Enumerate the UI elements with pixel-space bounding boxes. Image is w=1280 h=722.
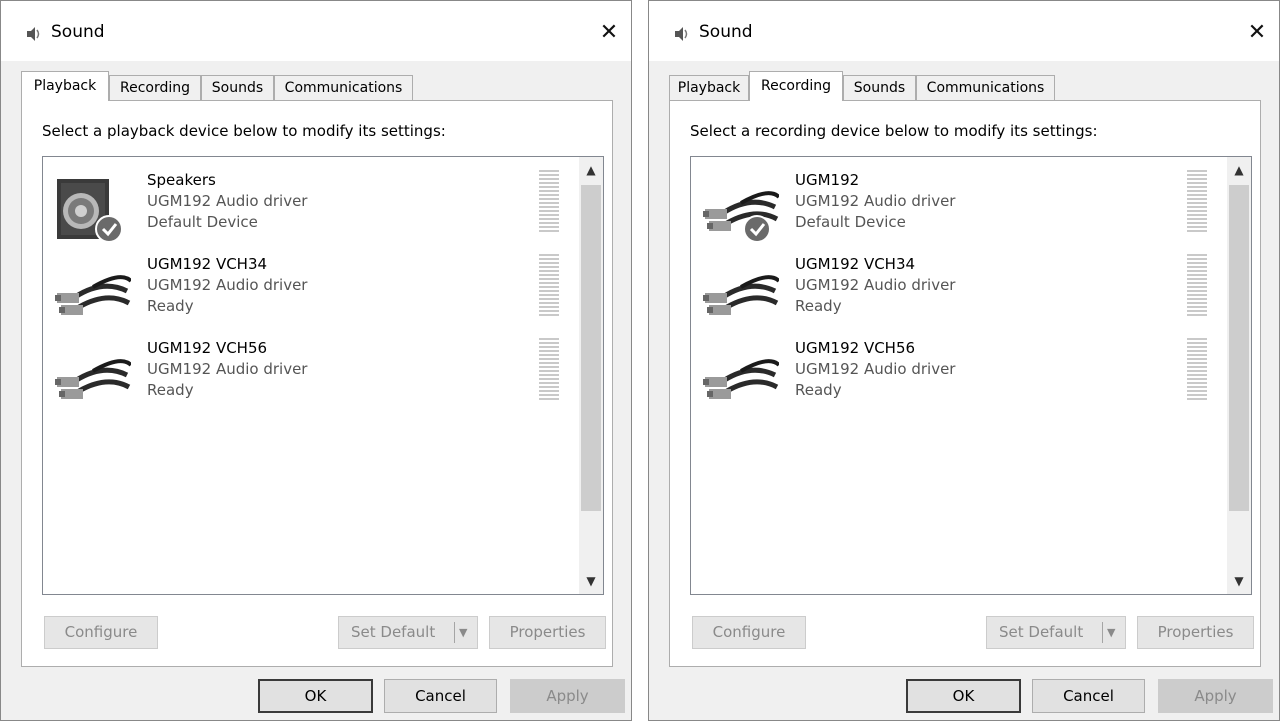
rca-cable-icon — [703, 275, 779, 315]
instruction-text: Select a playback device below to modify… — [42, 122, 446, 140]
close-button[interactable]: ✕ — [587, 13, 631, 53]
tab-recording[interactable]: Recording — [749, 71, 843, 101]
device-driver: UGM192 Audio driver — [147, 360, 308, 378]
tab-recording[interactable]: Recording — [109, 75, 201, 100]
device-status: Ready — [147, 381, 194, 399]
tab-communications[interactable]: Communications — [916, 75, 1055, 100]
tab-communications[interactable]: Communications — [274, 75, 413, 100]
device-status: Ready — [147, 297, 194, 315]
device-name: UGM192 VCH56 — [795, 339, 916, 357]
split-divider — [1102, 622, 1103, 643]
set-default-label: Set Default — [351, 623, 436, 641]
rca-cable-icon — [55, 359, 131, 399]
device-name: UGM192 VCH34 — [795, 255, 916, 273]
device-list[interactable]: UGM192 UGM192 Audio driver Default Devic… — [690, 156, 1252, 595]
vertical-scrollbar[interactable]: ▲ ▼ — [1227, 157, 1251, 594]
apply-button[interactable]: Apply — [1158, 679, 1273, 713]
configure-button[interactable]: Configure — [692, 616, 806, 649]
tab-panel-recording: Select a recording device below to modif… — [669, 100, 1261, 667]
scroll-thumb[interactable] — [1229, 185, 1249, 511]
window-title: Sound — [51, 22, 105, 42]
tab-sounds[interactable]: Sounds — [201, 75, 274, 100]
scroll-up-icon[interactable]: ▲ — [579, 159, 603, 181]
scroll-up-icon[interactable]: ▲ — [1227, 159, 1251, 181]
level-meter — [1187, 254, 1207, 318]
rca-cable-icon — [703, 359, 779, 399]
scroll-down-icon[interactable]: ▼ — [579, 570, 603, 592]
tab-panel-playback: Select a playback device below to modify… — [21, 100, 613, 667]
level-meter — [1187, 170, 1207, 234]
window-title: Sound — [699, 22, 753, 42]
dropdown-arrow-icon[interactable]: ▼ — [459, 617, 475, 648]
properties-button[interactable]: Properties — [489, 616, 606, 649]
tab-sounds[interactable]: Sounds — [843, 75, 916, 100]
close-button[interactable]: ✕ — [1235, 13, 1279, 53]
set-default-label: Set Default — [999, 623, 1084, 641]
cancel-button[interactable]: Cancel — [384, 679, 497, 713]
speaker-icon — [57, 179, 123, 243]
device-driver: UGM192 Audio driver — [147, 192, 308, 210]
device-driver: UGM192 Audio driver — [795, 276, 956, 294]
sound-dialog-playback: Sound ✕ Playback Recording Sounds Commun… — [0, 0, 632, 721]
tab-strip: Playback Recording Sounds Communications — [669, 71, 1261, 101]
set-default-button[interactable]: Set Default ▼ — [338, 616, 478, 649]
level-meter — [539, 170, 559, 234]
ok-button[interactable]: OK — [906, 679, 1021, 713]
list-item[interactable]: UGM192 UGM192 Audio driver Default Devic… — [691, 167, 1221, 249]
list-item[interactable]: UGM192 VCH56 UGM192 Audio driver Ready — [43, 335, 573, 417]
cancel-button[interactable]: Cancel — [1032, 679, 1145, 713]
speaker-app-icon — [675, 27, 688, 41]
device-list[interactable]: Speakers UGM192 Audio driver Default Dev… — [42, 156, 604, 595]
ok-button[interactable]: OK — [258, 679, 373, 713]
dropdown-arrow-icon[interactable]: ▼ — [1107, 617, 1123, 648]
device-name: UGM192 — [795, 171, 860, 189]
scroll-down-icon[interactable]: ▼ — [1227, 570, 1251, 592]
properties-button[interactable]: Properties — [1137, 616, 1254, 649]
rca-cable-icon — [703, 191, 779, 243]
level-meter — [1187, 338, 1207, 402]
device-status: Default Device — [147, 213, 258, 231]
tab-strip: Playback Recording Sounds Communications — [21, 71, 613, 101]
device-name: UGM192 VCH34 — [147, 255, 268, 273]
instruction-text: Select a recording device below to modif… — [690, 122, 1098, 140]
scroll-thumb[interactable] — [581, 185, 601, 511]
rca-cable-icon — [55, 275, 131, 315]
device-name: UGM192 VCH56 — [147, 339, 268, 357]
speaker-app-icon — [27, 27, 40, 41]
configure-button[interactable]: Configure — [44, 616, 158, 649]
split-divider — [454, 622, 455, 643]
device-driver: UGM192 Audio driver — [147, 276, 308, 294]
device-driver: UGM192 Audio driver — [795, 360, 956, 378]
vertical-scrollbar[interactable]: ▲ ▼ — [579, 157, 603, 594]
level-meter — [539, 254, 559, 318]
sound-dialog-recording: Sound ✕ Playback Recording Sounds Commun… — [648, 0, 1280, 721]
device-status: Ready — [795, 297, 842, 315]
list-item[interactable]: UGM192 VCH56 UGM192 Audio driver Ready — [691, 335, 1221, 417]
device-status: Ready — [795, 381, 842, 399]
title-bar[interactable]: Sound ✕ — [649, 1, 1279, 61]
level-meter — [539, 338, 559, 402]
title-bar[interactable]: Sound ✕ — [1, 1, 631, 61]
device-driver: UGM192 Audio driver — [795, 192, 956, 210]
device-name: Speakers — [147, 171, 216, 189]
device-status: Default Device — [795, 213, 906, 231]
list-item[interactable]: UGM192 VCH34 UGM192 Audio driver Ready — [691, 251, 1221, 333]
list-item[interactable]: Speakers UGM192 Audio driver Default Dev… — [43, 167, 573, 249]
tab-playback[interactable]: Playback — [21, 71, 109, 101]
apply-button[interactable]: Apply — [510, 679, 625, 713]
set-default-button[interactable]: Set Default ▼ — [986, 616, 1126, 649]
list-item[interactable]: UGM192 VCH34 UGM192 Audio driver Ready — [43, 251, 573, 333]
tab-playback[interactable]: Playback — [669, 75, 749, 100]
